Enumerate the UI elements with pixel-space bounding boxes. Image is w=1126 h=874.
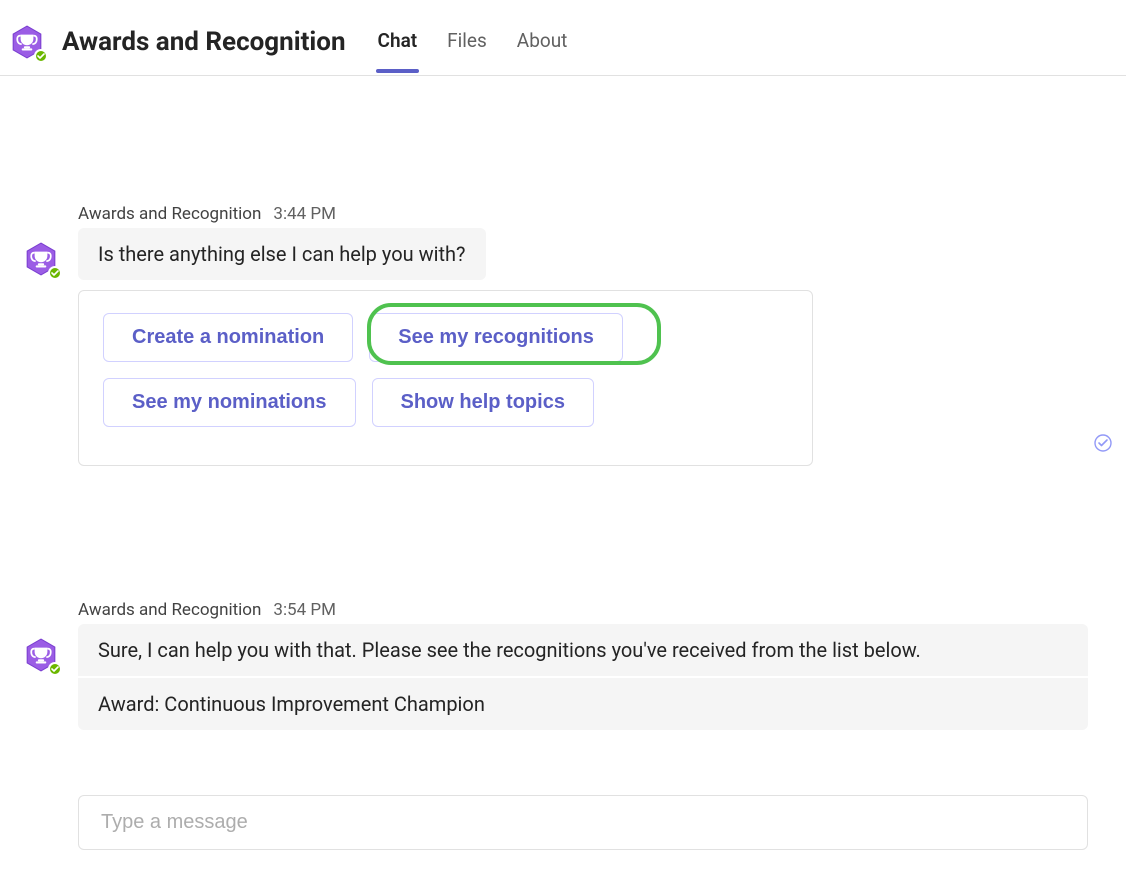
- tab-chat[interactable]: Chat: [376, 11, 420, 72]
- page-title: Awards and Recognition: [62, 27, 346, 57]
- message-time: 3:44 PM: [273, 204, 336, 224]
- header-tabs: Chat Files About: [376, 8, 570, 75]
- message-sender: Awards and Recognition: [78, 204, 261, 224]
- card-row: Create a nomination See my recognitions: [103, 313, 788, 362]
- card-row: See my nominations Show help topics: [103, 378, 788, 427]
- chat-scroll-area: Awards and Recognition 3:44 PM Is there …: [0, 76, 1126, 874]
- message-time: 3:54 PM: [273, 600, 336, 620]
- suggested-actions-card: Create a nomination See my recognitions …: [78, 290, 813, 466]
- presence-available-icon: [48, 266, 62, 280]
- message-body: Awards and Recognition 3:44 PM Is there …: [78, 204, 1088, 466]
- message-avatar-column: [24, 204, 78, 276]
- see-my-nominations-button[interactable]: See my nominations: [103, 378, 356, 427]
- see-my-recognitions-button[interactable]: See my recognitions: [369, 313, 623, 362]
- header-bot-avatar: [10, 25, 44, 59]
- message-body: Awards and Recognition 3:54 PM Sure, I c…: [78, 600, 1088, 730]
- presence-available-icon: [34, 49, 48, 63]
- message-bubble: Award: Continuous Improvement Champion: [78, 678, 1088, 730]
- message-bot-avatar: [24, 638, 58, 672]
- message-input[interactable]: [99, 810, 1067, 835]
- message-meta: Awards and Recognition 3:54 PM: [78, 600, 1088, 620]
- message-avatar-column: [24, 600, 78, 672]
- read-receipt-icon: [1094, 434, 1112, 452]
- tab-files[interactable]: Files: [445, 11, 489, 72]
- message-bubble: Is there anything else I can help you wi…: [78, 228, 486, 280]
- presence-available-icon: [48, 662, 62, 676]
- tab-about[interactable]: About: [515, 11, 570, 72]
- message-sender: Awards and Recognition: [78, 600, 261, 620]
- message-block: Awards and Recognition 3:54 PM Sure, I c…: [0, 600, 1126, 730]
- message-bubble: Sure, I can help you with that. Please s…: [78, 624, 1088, 676]
- message-composer[interactable]: [78, 795, 1088, 850]
- message-block: Awards and Recognition 3:44 PM Is there …: [0, 204, 1126, 466]
- show-help-topics-button[interactable]: Show help topics: [372, 378, 594, 427]
- message-meta: Awards and Recognition 3:44 PM: [78, 204, 1088, 224]
- message-bot-avatar: [24, 242, 58, 276]
- chat-header: Awards and Recognition Chat Files About: [0, 0, 1126, 76]
- create-nomination-button[interactable]: Create a nomination: [103, 313, 353, 362]
